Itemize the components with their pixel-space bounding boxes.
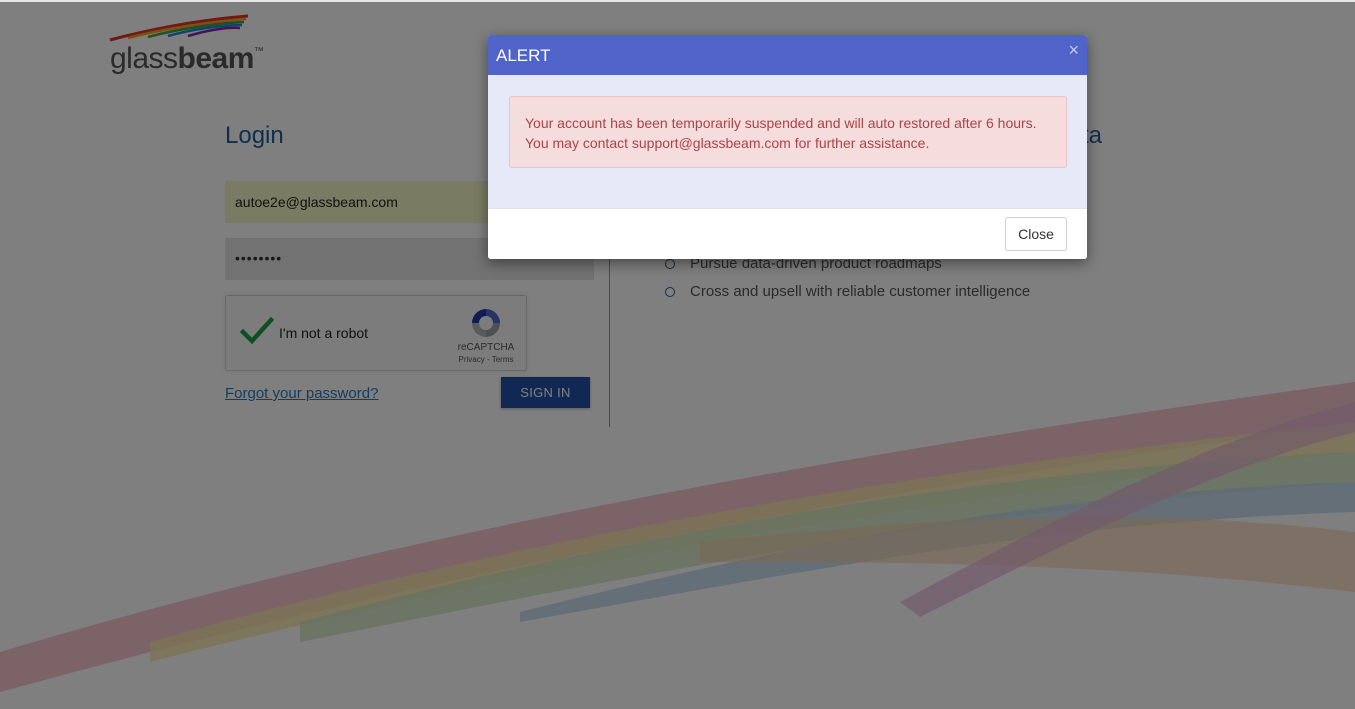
alert-line-2: You may contact support@glassbeam.com fo… xyxy=(525,135,930,151)
modal-footer: Close xyxy=(488,208,1087,259)
alert-message: Your account has been temporarily suspen… xyxy=(509,96,1067,168)
close-icon[interactable]: × xyxy=(1068,40,1079,61)
modal-header: ALERT × xyxy=(488,35,1087,75)
modal-title: ALERT xyxy=(496,46,551,65)
modal-body: Your account has been temporarily suspen… xyxy=(488,75,1087,208)
alert-modal: ALERT × Your account has been temporaril… xyxy=(488,35,1087,259)
close-button[interactable]: Close xyxy=(1005,217,1067,251)
alert-line-1: Your account has been temporarily suspen… xyxy=(525,115,1037,131)
login-page: glassbeam™ Login autoe2e@glassbeam.com •… xyxy=(0,0,1355,709)
